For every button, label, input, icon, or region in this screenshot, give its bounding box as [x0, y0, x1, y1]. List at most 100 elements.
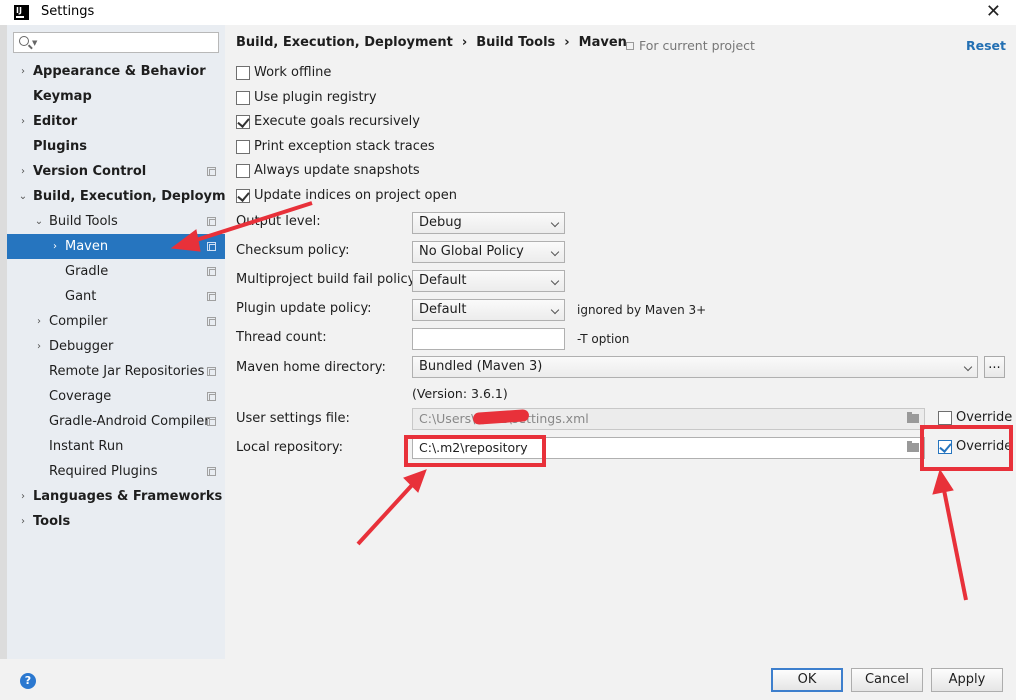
project-scope-icon	[207, 392, 216, 401]
checkbox-label: Execute goals recursively	[254, 114, 420, 129]
dialog-footer: ? OK Cancel Apply	[0, 659, 1016, 700]
sidebar-item-label: Appearance & Behavior	[33, 64, 206, 79]
chevron-right-icon[interactable]: ›	[34, 334, 44, 359]
sidebar-item-label: Maven	[65, 239, 109, 254]
sidebar-item-label: Debugger	[49, 339, 114, 354]
close-window-button[interactable]: ✕	[986, 1, 1001, 22]
checkbox-box	[236, 91, 250, 105]
project-scope-icon	[207, 292, 216, 301]
settings-tree: › Appearance & Behavior Keymap › Editor Plugi…	[7, 59, 250, 534]
project-scope-icon	[207, 467, 216, 476]
sidebar-item-remote-jar-repositories[interactable]: Remote Jar Repositories	[7, 359, 225, 384]
sidebar-item-debugger[interactable]: › Debugger	[7, 334, 225, 359]
plugin-update-policy-label: Plugin update policy:	[236, 301, 372, 316]
sidebar-item-plugins[interactable]: Plugins	[7, 134, 225, 159]
maven-settings-panel: Build, Execution, Deployment › Build Tools…	[225, 25, 1016, 659]
maven-home-browse-button[interactable]: ...	[984, 356, 1005, 378]
sidebar-item-required-plugins[interactable]: Required Plugins	[7, 459, 225, 484]
chevron-right-icon[interactable]: ›	[50, 234, 60, 259]
search-icon	[19, 36, 29, 46]
chevron-down-icon	[550, 218, 560, 228]
intellij-app-icon: IJ	[14, 5, 29, 20]
chevron-right-icon[interactable]: ›	[18, 109, 28, 134]
breadcrumb-item: Maven	[578, 35, 627, 50]
sidebar-item-gant[interactable]: Gant	[7, 284, 225, 309]
breadcrumb-separator-icon: ›	[564, 35, 570, 50]
checkbox-box	[938, 411, 952, 425]
sidebar-item-coverage[interactable]: Coverage	[7, 384, 225, 409]
project-scope-icon	[207, 267, 216, 276]
sidebar-item-label: Tools	[33, 514, 71, 529]
sidebar-item-label: Remote Jar Repositories	[49, 364, 205, 379]
output-level-select[interactable]: Debug	[412, 212, 565, 234]
checkbox-box	[236, 189, 250, 203]
title-bar: IJ Settings ✕	[0, 0, 1016, 25]
thread-count-input[interactable]	[412, 328, 565, 350]
project-scope-icon	[207, 167, 216, 176]
sidebar-item-compiler[interactable]: › Compiler	[7, 309, 225, 334]
sidebar-item-tools[interactable]: › Tools	[7, 509, 225, 534]
checkbox-box	[236, 66, 250, 80]
local-repository-label: Local repository:	[236, 440, 343, 455]
background-window-edge	[0, 25, 7, 700]
checksum-policy-select[interactable]: No Global Policy	[412, 241, 565, 263]
sidebar-item-gradle-android-compiler[interactable]: Gradle-Android Compiler	[7, 409, 225, 434]
project-scope-icon	[207, 417, 216, 426]
local-repository-input[interactable]: C:\.m2\repository	[412, 437, 925, 459]
ok-button[interactable]: OK	[771, 668, 843, 692]
sidebar-item-label: Instant Run	[49, 439, 124, 454]
plugin-update-hint: ignored by Maven 3+	[577, 303, 707, 317]
settings-sidebar: ▼ › Appearance & Behavior Keymap › Editor Plu…	[7, 25, 250, 659]
sidebar-item-maven[interactable]: › Maven	[7, 234, 225, 259]
sidebar-item-build-execution-deployment[interactable]: ⌄ Build, Execution, Deployment	[7, 184, 250, 209]
chevron-right-icon[interactable]: ›	[18, 484, 28, 509]
maven-version-text: (Version: 3.6.1)	[412, 386, 508, 401]
project-scope-icon	[207, 242, 216, 251]
checkbox-label: Work offline	[254, 65, 332, 80]
maven-home-select[interactable]: Bundled (Maven 3)	[412, 356, 978, 378]
search-history-chevron-icon[interactable]: ▼	[32, 39, 37, 47]
chevron-right-icon[interactable]: ›	[18, 59, 28, 84]
chevron-down-icon[interactable]: ⌄	[18, 184, 28, 209]
help-icon[interactable]: ?	[20, 673, 36, 689]
sidebar-item-label: Build, Execution, Deployment	[33, 189, 250, 204]
chevron-down-icon	[963, 362, 973, 372]
sidebar-item-gradle[interactable]: Gradle	[7, 259, 225, 284]
plugin-update-policy-select[interactable]: Default	[412, 299, 565, 321]
sidebar-item-appearance-behavior[interactable]: › Appearance & Behavior	[7, 59, 225, 84]
sidebar-item-label: Editor	[33, 114, 78, 129]
sidebar-item-build-tools[interactable]: ⌄ Build Tools	[7, 209, 225, 234]
checkbox-box	[236, 140, 250, 154]
window-title: Settings	[41, 4, 95, 19]
settings-search-input[interactable]: ▼	[13, 32, 219, 53]
breadcrumb-item: Build, Execution, Deployment	[236, 35, 453, 50]
sidebar-item-label: Coverage	[49, 389, 112, 404]
sidebar-item-label: Keymap	[33, 89, 92, 104]
sidebar-item-keymap[interactable]: Keymap	[7, 84, 225, 109]
reset-link[interactable]: Reset	[966, 38, 1006, 53]
project-scope-icon	[207, 317, 216, 326]
sidebar-item-version-control[interactable]: › Version Control	[7, 159, 225, 184]
chevron-right-icon[interactable]: ›	[18, 509, 28, 534]
apply-button[interactable]: Apply	[931, 668, 1003, 692]
sidebar-item-instant-run[interactable]: Instant Run	[7, 434, 225, 459]
sidebar-item-label: Languages & Frameworks	[33, 489, 223, 504]
project-scope-icon	[207, 367, 216, 376]
chevron-right-icon[interactable]: ›	[18, 159, 28, 184]
chevron-down-icon	[550, 247, 560, 257]
cancel-button[interactable]: Cancel	[851, 668, 923, 692]
thread-count-hint: -T option	[577, 332, 630, 346]
multiproject-fail-policy-select[interactable]: Default	[412, 270, 565, 292]
sidebar-item-label: Gradle-Android Compiler	[49, 414, 210, 429]
sidebar-item-editor[interactable]: › Editor	[7, 109, 225, 134]
output-level-label: Output level:	[236, 214, 321, 229]
breadcrumb-item: Build Tools	[476, 35, 556, 50]
sidebar-item-label: Required Plugins	[49, 464, 158, 479]
chevron-down-icon[interactable]: ⌄	[34, 209, 44, 234]
chevron-right-icon[interactable]: ›	[34, 309, 44, 334]
maven-home-label: Maven home directory:	[236, 360, 386, 375]
chevron-down-icon	[550, 276, 560, 286]
sidebar-item-languages-frameworks[interactable]: › Languages & Frameworks	[7, 484, 225, 509]
checkbox-label: Update indices on project open	[254, 188, 457, 203]
folder-icon[interactable]	[907, 441, 919, 452]
